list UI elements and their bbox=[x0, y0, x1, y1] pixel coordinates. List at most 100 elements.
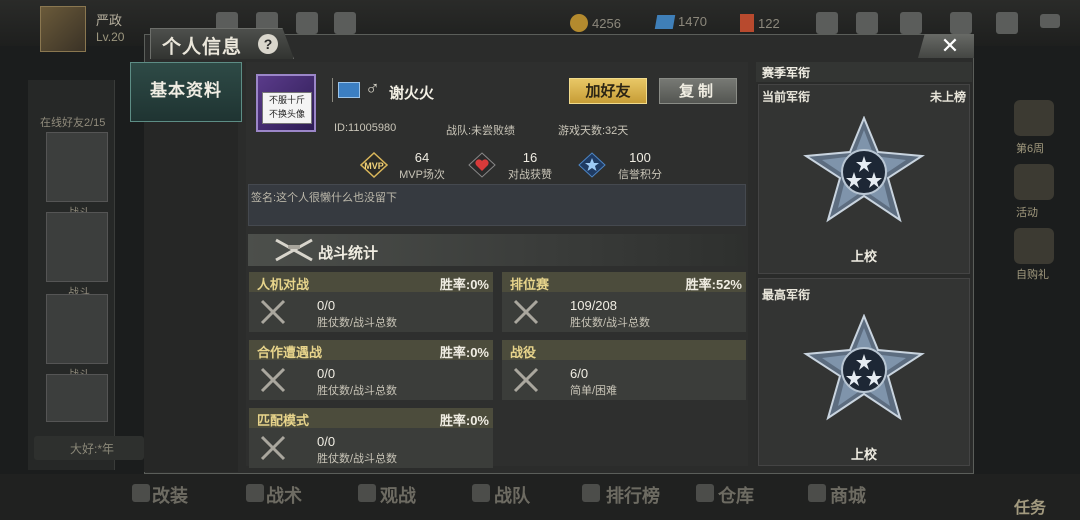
stat-label: 胜仗数/战斗总数 bbox=[317, 385, 398, 397]
stat-value: 0/0 bbox=[317, 366, 336, 381]
settings-gear-icon[interactable] bbox=[950, 12, 972, 34]
dialog-title: 个人信息 bbox=[162, 37, 243, 58]
heart-like-icon bbox=[468, 152, 496, 178]
current-rank-name: 上校 bbox=[850, 249, 877, 264]
credit-label: 信誉积分 bbox=[618, 169, 662, 181]
gift-box-icon[interactable] bbox=[296, 12, 318, 34]
close-button[interactable]: ✕ bbox=[918, 34, 974, 58]
coin-icon bbox=[570, 14, 588, 32]
friend-card[interactable] bbox=[46, 132, 108, 202]
title-badge[interactable]: 不服十斤 不换头像 bbox=[262, 92, 312, 124]
diamond-icon bbox=[654, 14, 676, 29]
stat-card-pve: 人机对战 胜率:0% 0/0 胜仗数/战斗总数 bbox=[249, 272, 493, 332]
nav-team[interactable]: 战队 bbox=[494, 482, 530, 508]
nav-leaderboard[interactable]: 排行榜 bbox=[606, 482, 660, 508]
crossed-swords-icon bbox=[513, 367, 539, 393]
hud-player-level: Lv.20 bbox=[96, 30, 125, 44]
stat-label: 胜仗数/战斗总数 bbox=[570, 317, 651, 329]
stat-card-head bbox=[502, 340, 746, 360]
ticket-icon bbox=[740, 14, 754, 32]
battery-icon bbox=[1040, 14, 1060, 28]
colonel-rank-emblem-icon bbox=[803, 116, 925, 223]
nav-tactics[interactable]: 战术 bbox=[266, 482, 302, 508]
likes-count: 16 bbox=[522, 150, 538, 165]
purchase-gift-icon[interactable] bbox=[1014, 228, 1054, 264]
help-icon[interactable]: ? bbox=[258, 34, 278, 54]
nav-modify[interactable]: 改装 bbox=[152, 482, 188, 508]
highest-rank-label: 最高军衔 bbox=[762, 288, 811, 302]
modify-icon[interactable] bbox=[132, 484, 150, 502]
warehouse-icon[interactable] bbox=[696, 484, 714, 502]
win-rate: 胜率:52% bbox=[685, 277, 742, 292]
male-gender-icon: ♂ bbox=[365, 78, 380, 100]
crossed-swords-icon bbox=[260, 299, 286, 325]
stat-card-coop: 合作遭遇战 胜率:0% 0/0 胜仗数/战斗总数 bbox=[249, 340, 493, 400]
player-name: 谢火火 bbox=[389, 85, 435, 102]
friend-card[interactable] bbox=[46, 374, 108, 422]
friends-icon[interactable] bbox=[856, 12, 878, 34]
weekly-label: 第6周 bbox=[1016, 143, 1045, 155]
player-avatar[interactable] bbox=[40, 6, 86, 52]
mvp-icon: MVP bbox=[360, 152, 388, 178]
tab-basic-info[interactable]: 基本资料 bbox=[130, 62, 242, 122]
nav-shop[interactable]: 商城 bbox=[830, 482, 866, 508]
tactics-icon[interactable] bbox=[246, 484, 264, 502]
friends-sidebar: 在线好友2/15 战斗 战斗 战斗 bbox=[28, 80, 115, 470]
leaderboard-status: 未上榜 bbox=[930, 90, 967, 104]
mail-icon[interactable] bbox=[900, 12, 922, 34]
stat-value: 0/0 bbox=[317, 298, 336, 313]
add-friend-button[interactable]: 加好友 bbox=[569, 78, 647, 104]
hud-player-name: 严政 bbox=[96, 13, 123, 28]
player-id: ID:11005980 bbox=[334, 122, 397, 134]
mode-name: 战役 bbox=[510, 345, 537, 360]
leaderboard-icon[interactable] bbox=[582, 484, 600, 502]
name-divider bbox=[332, 78, 333, 102]
stat-card-match: 匹配模式 胜率:0% 0/0 胜仗数/战斗总数 bbox=[249, 408, 493, 468]
win-rate: 胜率:0% bbox=[439, 345, 489, 360]
mode-name: 合作遭遇战 bbox=[257, 345, 323, 360]
mode-name: 匹配模式 bbox=[257, 413, 310, 428]
credit-score: 100 bbox=[629, 150, 651, 165]
likes-label: 对战获赞 bbox=[508, 169, 552, 181]
stat-label: 胜仗数/战斗总数 bbox=[317, 317, 398, 329]
team-icon[interactable] bbox=[472, 484, 490, 502]
season-rank-title: 赛季军衔 bbox=[762, 66, 811, 80]
activity-icon[interactable] bbox=[1014, 164, 1054, 200]
mvp-label: MVP场次 bbox=[399, 169, 445, 181]
copy-button[interactable]: 复制 bbox=[659, 78, 737, 104]
win-rate: 胜率:0% bbox=[439, 277, 489, 292]
battle-stats-title: 战斗统计 bbox=[318, 245, 379, 262]
nav-spectate[interactable]: 观战 bbox=[380, 482, 416, 508]
mode-name: 人机对战 bbox=[257, 277, 310, 292]
title-badge-line2: 不换头像 bbox=[268, 109, 305, 119]
chat-preview[interactable]: 大好:*年 bbox=[34, 436, 144, 460]
grid-icon[interactable] bbox=[334, 12, 356, 34]
current-rank-label: 当前军衔 bbox=[762, 90, 811, 104]
coin-counter: 4256 bbox=[570, 14, 621, 32]
highest-rank-name: 上校 bbox=[850, 447, 877, 462]
player-team: 战队:未尝败绩 bbox=[446, 125, 516, 137]
dialog-side-column bbox=[144, 120, 238, 472]
add-icon[interactable] bbox=[816, 12, 838, 34]
stat-value: 6/0 bbox=[570, 366, 589, 381]
mvp-icon-text: MVP bbox=[364, 161, 384, 171]
friend-card[interactable] bbox=[46, 212, 108, 282]
shop-icon[interactable] bbox=[808, 484, 826, 502]
purchase-gift-label: 自购礼 bbox=[1016, 269, 1049, 281]
activity-label: 活动 bbox=[1016, 207, 1038, 219]
win-rate: 胜率:0% bbox=[439, 413, 489, 428]
mvp-count: 64 bbox=[414, 150, 430, 165]
colonel-rank-emblem-icon bbox=[803, 314, 925, 421]
weekly-event-icon[interactable] bbox=[1014, 100, 1054, 136]
friends-online-text: 在线好友2/15 bbox=[40, 117, 106, 129]
nav-warehouse[interactable]: 仓库 bbox=[718, 482, 754, 508]
spectate-icon[interactable] bbox=[358, 484, 376, 502]
mode-name: 排位赛 bbox=[510, 277, 550, 292]
crossed-swords-icon bbox=[513, 299, 539, 325]
close-icon: ✕ bbox=[940, 33, 960, 58]
stat-card-campaign: 战役 6/0 简单/困难 bbox=[502, 340, 746, 400]
store-icon[interactable] bbox=[996, 12, 1018, 34]
region-flag-icon bbox=[338, 82, 360, 98]
nav-tasks[interactable]: 任务 bbox=[1014, 494, 1046, 518]
friend-card[interactable] bbox=[46, 294, 108, 364]
